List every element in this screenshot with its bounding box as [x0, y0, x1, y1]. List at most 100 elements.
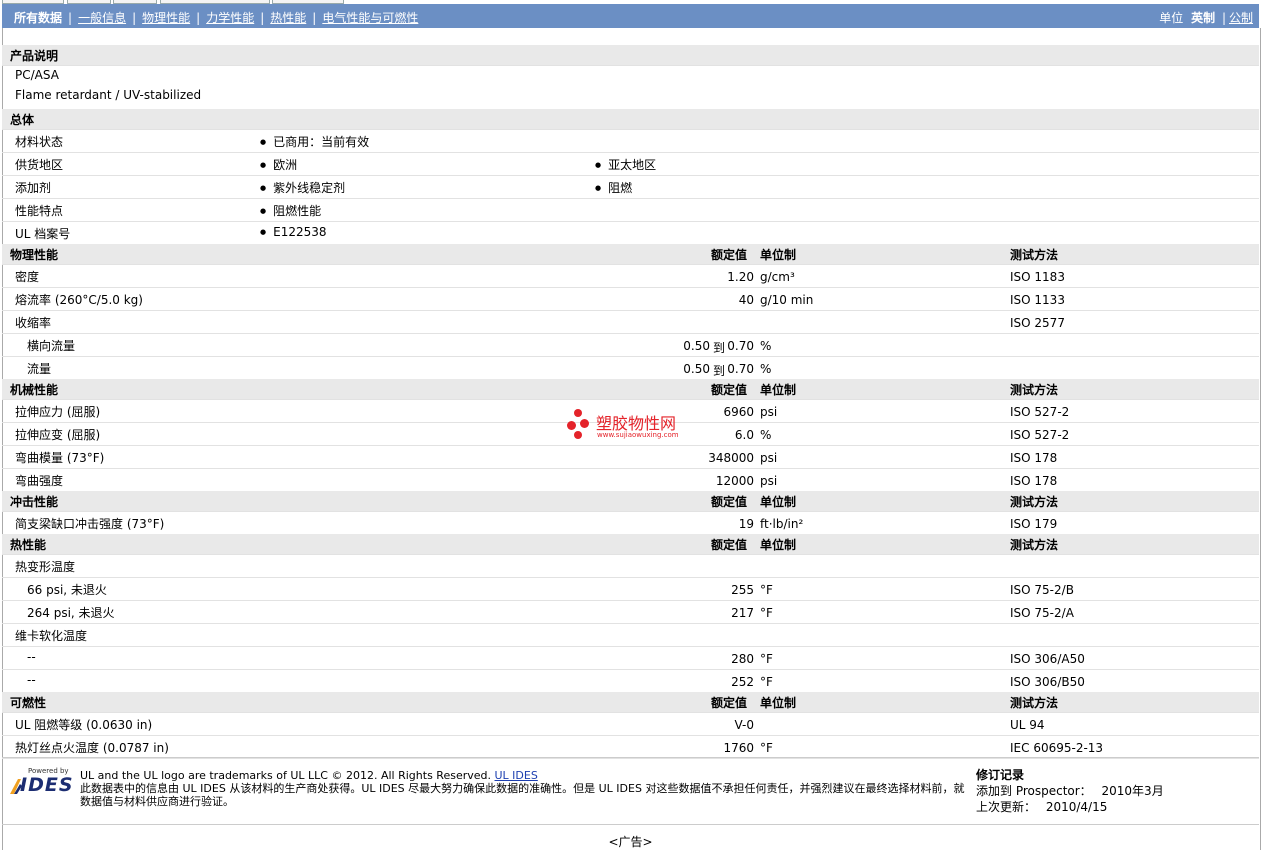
- col-method-header: 测试方法: [1010, 696, 1059, 710]
- unit-value: psi: [760, 405, 778, 419]
- section-title: 可燃性: [10, 696, 47, 710]
- nominal-value: 19: [738, 517, 754, 531]
- general-value: 紫外线稳定剂: [260, 179, 345, 196]
- value-to: 0.70: [727, 339, 754, 353]
- unit-value: %: [760, 428, 772, 442]
- property-label: --: [27, 650, 36, 664]
- units-label: 单位: [1159, 11, 1184, 25]
- col-nominal-header: 额定值: [711, 538, 748, 552]
- nominal-value: 12000: [715, 474, 754, 488]
- unit-metric-link[interactable]: 公制: [1229, 11, 1253, 25]
- col-unit-header: 单位制: [760, 696, 797, 710]
- ul-ides-link[interactable]: UL IDES: [495, 769, 538, 782]
- unit-value: %: [760, 362, 772, 376]
- section-header: 可燃性 额定值 单位制 测试方法: [2, 692, 1259, 713]
- data-row: 弯曲强度 12000 psi ISO 178: [2, 468, 1259, 492]
- data-row: 横向流量 0.50 到 0.70%: [2, 333, 1259, 357]
- product-text: PC/ASA: [15, 68, 59, 82]
- general-row: 添加剂 紫外线稳定剂 阻燃: [2, 175, 1259, 199]
- section-title: 冲击性能: [10, 495, 59, 509]
- property-label: 热灯丝点火温度 (0.0787 in): [15, 741, 169, 755]
- nominal-value: 255: [731, 583, 754, 597]
- nominal-value: 348000: [708, 451, 754, 465]
- section-header: 机械性能 额定值 单位制 测试方法: [2, 379, 1259, 400]
- test-method: IEC 60695-2-13: [1010, 741, 1104, 755]
- general-label: 性能特点: [15, 204, 64, 218]
- col-method-header: 测试方法: [1010, 538, 1059, 552]
- data-row: 密度 1.20 g/cm³ ISO 1183: [2, 264, 1259, 288]
- property-label: 熔流率 (260°C/5.0 kg): [15, 293, 143, 307]
- unit-value: °F: [760, 606, 773, 620]
- ides-logo: Powered by IDES: [8, 767, 74, 796]
- revision-history: 修订记录 添加到 Prospector： 2010年3月 上次更新： 2010/…: [976, 767, 1164, 815]
- general-value: E122538: [260, 225, 326, 239]
- nominal-value: 1760: [723, 741, 754, 755]
- footer: Powered by IDES UL and the UL logo are t…: [2, 757, 1259, 825]
- tab-general-info[interactable]: 一般信息: [78, 11, 126, 25]
- unit-value: ft·lb/in²: [760, 517, 804, 531]
- nominal-value: 40: [738, 293, 754, 307]
- data-row: -- 252 °F ISO 306/B50: [2, 669, 1259, 693]
- tab-all-data[interactable]: 所有数据: [14, 11, 62, 25]
- test-method: ISO 527-2: [1010, 428, 1070, 442]
- section-header: 热性能 额定值 单位制 测试方法: [2, 534, 1259, 555]
- section-header-product: 产品说明: [2, 45, 1259, 66]
- nominal-value: 1.20: [727, 270, 754, 284]
- general-label: 添加剂: [15, 181, 52, 195]
- unit-value: g/cm³: [760, 270, 795, 284]
- test-method: ISO 2577: [1010, 316, 1065, 330]
- unit-value: °F: [760, 741, 773, 755]
- product-line: PC/ASA: [2, 65, 1259, 85]
- section-title: 物理性能: [10, 248, 59, 262]
- section-title: 产品说明: [10, 49, 59, 63]
- section-header-general: 总体: [2, 109, 1259, 130]
- test-method: ISO 178: [1010, 451, 1058, 465]
- updated-value: 2010/4/15: [1045, 800, 1108, 814]
- general-value-2: 阻燃: [595, 179, 632, 196]
- unit-value: %: [760, 339, 772, 353]
- legal-text: UL and the UL logo are trademarks of UL …: [80, 769, 970, 808]
- property-label: 66 psi, 未退火: [27, 583, 107, 597]
- tab-physical[interactable]: 物理性能: [142, 11, 190, 25]
- added-label: 添加到 Prospector：: [976, 784, 1092, 798]
- property-label: 弯曲模量 (73°F): [15, 451, 105, 465]
- test-method: ISO 1183: [1010, 270, 1065, 284]
- test-method: ISO 75-2/A: [1010, 606, 1074, 620]
- general-row: UL 档案号 E122538: [2, 221, 1259, 245]
- unit-value: psi: [760, 474, 778, 488]
- unit-switcher: 单位 英制 | 公制: [1159, 11, 1253, 25]
- data-row: 66 psi, 未退火 255 °F ISO 75-2/B: [2, 577, 1259, 601]
- top-nav-bar: 所有数据 | 一般信息 | 物理性能 | 力学性能 | 热性能 | 电气性能与可燃性 单位 英制 |…: [2, 4, 1259, 28]
- col-unit-header: 单位制: [760, 538, 797, 552]
- general-label: UL 档案号: [15, 227, 71, 241]
- tab-electrical-flammability[interactable]: 电气性能与可燃性: [322, 11, 418, 25]
- col-method-header: 测试方法: [1010, 383, 1059, 397]
- test-method: ISO 527-2: [1010, 405, 1070, 419]
- data-row: 热变形温度: [2, 554, 1259, 578]
- test-method: ISO 75-2/B: [1010, 583, 1074, 597]
- unit-value: °F: [760, 652, 773, 666]
- tab-mechanical[interactable]: 力学性能: [206, 11, 254, 25]
- nominal-value: 252: [731, 675, 754, 689]
- tab-thermal[interactable]: 热性能: [270, 11, 306, 25]
- col-nominal-header: 额定值: [711, 248, 748, 262]
- data-row: UL 阻燃等级 (0.0630 in) V-0 UL 94: [2, 712, 1259, 736]
- general-row: 供货地区 欧洲 亚太地区: [2, 152, 1259, 176]
- col-unit-header: 单位制: [760, 383, 797, 397]
- test-method: ISO 178: [1010, 474, 1058, 488]
- property-label: 收缩率: [15, 316, 52, 330]
- product-text: Flame retardant / UV-stabilized: [15, 88, 202, 102]
- general-row: 材料状态 已商用：当前有效: [2, 129, 1259, 153]
- section-title: 热性能: [10, 538, 47, 552]
- col-nominal-header: 额定值: [711, 495, 748, 509]
- property-label: 维卡软化温度: [15, 629, 88, 643]
- data-row: 收缩率 ISO 2577: [2, 310, 1259, 334]
- disclaimer-text: 此数据表中的信息由 UL IDES 从该材料的生产商处获得。UL IDES 尽最…: [80, 782, 965, 808]
- property-label: 密度: [15, 270, 40, 284]
- property-label: 简支梁缺口冲击强度 (73°F): [15, 517, 165, 531]
- ides-logo-text: IDES: [20, 774, 74, 796]
- revision-title: 修订记录: [976, 768, 1025, 782]
- property-label: 拉伸应变 (屈服): [15, 428, 101, 442]
- general-value: 欧洲: [260, 156, 297, 173]
- col-method-header: 测试方法: [1010, 248, 1059, 262]
